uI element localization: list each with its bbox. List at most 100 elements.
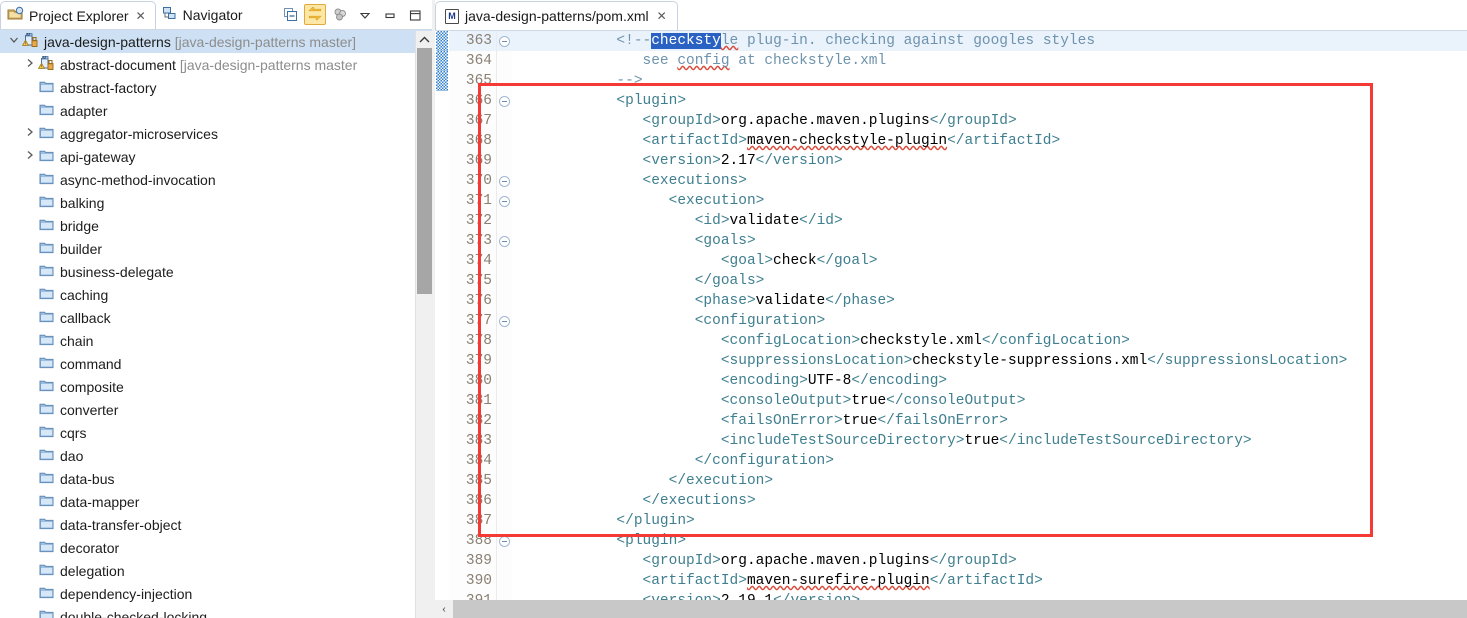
fold-toggle-icon[interactable] <box>497 231 512 251</box>
folding-ruler[interactable] <box>497 31 512 618</box>
line-number: 367 <box>465 113 492 129</box>
tree-item-abstract-document[interactable]: M! abstract-document [java-design-pattern… <box>0 53 432 76</box>
tree-item-api-gateway[interactable]: api-gateway <box>0 145 432 168</box>
fold-toggle-icon[interactable] <box>497 171 512 191</box>
code-line[interactable]: --> <box>512 71 1467 91</box>
link-with-editor-icon[interactable] <box>304 4 326 26</box>
fold-toggle-icon[interactable] <box>497 531 512 551</box>
scroll-left-icon[interactable]: ‹ <box>435 600 453 618</box>
project-tree-scrollbar[interactable] <box>415 31 432 618</box>
fold-toggle-icon[interactable] <box>497 191 512 211</box>
code-line[interactable]: <id>validate</id> <box>512 211 1467 231</box>
line-number: 363 <box>449 31 496 51</box>
source-text[interactable]: <!--checkstyle plug-in. checking against… <box>512 31 1467 618</box>
tree-item-converter[interactable]: converter <box>0 398 432 421</box>
code-line[interactable]: <executions> <box>512 171 1467 191</box>
close-icon[interactable]: ✕ <box>136 9 146 23</box>
tree-item-data-transfer-object[interactable]: data-transfer-object <box>0 513 432 536</box>
tree-item-double-checked-locking[interactable]: double-checked-locking <box>0 605 432 618</box>
chevron-right-icon[interactable] <box>22 150 38 163</box>
annotation-ruler[interactable] <box>435 31 449 618</box>
tree-item-caching[interactable]: caching <box>0 283 432 306</box>
view-filters-icon[interactable] <box>329 4 351 25</box>
xml-tag: </executions> <box>512 493 756 509</box>
project-tree[interactable]: M! java-design-patterns [java-design-patt… <box>0 30 432 618</box>
tree-item-callback[interactable]: callback <box>0 306 432 329</box>
tree-item-aggregator-microservices[interactable]: aggregator-microservices <box>0 122 432 145</box>
tree-item-builder[interactable]: builder <box>0 237 432 260</box>
chevron-right-icon[interactable] <box>22 127 38 140</box>
code-line[interactable]: <goal>check</goal> <box>512 251 1467 271</box>
tree-item-bridge[interactable]: bridge <box>0 214 432 237</box>
chevron-right-icon[interactable] <box>22 58 38 71</box>
code-line[interactable]: <suppressionsLocation>checkstyle-suppres… <box>512 351 1467 371</box>
code-line[interactable]: <version>2.17</version> <box>512 151 1467 171</box>
maximize-icon[interactable] <box>404 4 426 25</box>
annotation-mark[interactable] <box>436 31 448 51</box>
code-line[interactable]: <execution> <box>512 191 1467 211</box>
tree-item-dao[interactable]: dao <box>0 444 432 467</box>
code-line[interactable]: <encoding>UTF-8</encoding> <box>512 371 1467 391</box>
code-area[interactable]: 363 364 365 366 367 368 369 370 371 372 373 374 375 3… <box>435 31 1467 618</box>
minimize-icon[interactable] <box>379 4 401 25</box>
code-line[interactable]: </goals> <box>512 271 1467 291</box>
code-line[interactable]: </plugin> <box>512 511 1467 531</box>
code-line[interactable]: see config at checkstyle.xml <box>512 51 1467 71</box>
fold-toggle-icon[interactable] <box>497 311 512 331</box>
xml-comment: plug-in. checking against googles styles <box>738 33 1096 49</box>
scroll-up-icon[interactable] <box>416 31 432 48</box>
line-number: 390 <box>465 573 492 589</box>
scrollbar-thumb[interactable] <box>417 48 432 294</box>
chevron-down-icon[interactable] <box>6 35 22 48</box>
tree-item-adapter[interactable]: adapter <box>0 99 432 122</box>
tree-item-balking[interactable]: balking <box>0 191 432 214</box>
tree-item-abstract-factory[interactable]: abstract-factory <box>0 76 432 99</box>
code-line[interactable]: <!--checkstyle plug-in. checking against… <box>512 31 1467 51</box>
code-line[interactable]: <groupId>org.apache.maven.plugins</group… <box>512 111 1467 131</box>
editor-horizontal-scrollbar[interactable]: ‹ <box>435 600 1467 618</box>
code-line[interactable]: </configuration> <box>512 451 1467 471</box>
tree-item-data-bus[interactable]: data-bus <box>0 467 432 490</box>
xml-tag: </artifactId> <box>929 573 1043 589</box>
line-number: 389 <box>465 553 492 569</box>
tab-project-explorer[interactable]: Project Explorer ✕ <box>0 1 156 30</box>
code-line[interactable]: <configLocation>checkstyle.xml</configLo… <box>512 331 1467 351</box>
code-line[interactable]: </executions> <box>512 491 1467 511</box>
xml-text: org.apache.maven.plugins <box>720 113 930 129</box>
annotation-mark[interactable] <box>436 51 448 71</box>
collapse-all-icon[interactable] <box>279 4 301 25</box>
code-line[interactable]: <failsOnError>true</failsOnError> <box>512 411 1467 431</box>
tree-item-data-mapper[interactable]: data-mapper <box>0 490 432 513</box>
tree-item-business-delegate[interactable]: business-delegate <box>0 260 432 283</box>
code-line[interactable]: <configuration> <box>512 311 1467 331</box>
tree-item-cqrs[interactable]: cqrs <box>0 421 432 444</box>
code-line[interactable]: <goals> <box>512 231 1467 251</box>
code-line[interactable]: <artifactId>maven-checkstyle-plugin</art… <box>512 131 1467 151</box>
code-line[interactable]: </execution> <box>512 471 1467 491</box>
code-line[interactable]: <includeTestSourceDirectory>true</includ… <box>512 431 1467 451</box>
tree-item-chain[interactable]: chain <box>0 329 432 352</box>
code-line[interactable]: <plugin> <box>512 91 1467 111</box>
code-line[interactable]: <phase>validate</phase> <box>512 291 1467 311</box>
tree-item-java-design-patterns[interactable]: M! java-design-patterns [java-design-patt… <box>0 30 432 54</box>
tab-navigator[interactable]: Navigator <box>156 0 252 29</box>
tree-item-delegation[interactable]: delegation <box>0 559 432 582</box>
view-menu-chevron-down-icon[interactable] <box>354 4 376 25</box>
code-line[interactable]: <plugin> <box>512 531 1467 551</box>
svg-text:M: M <box>43 56 47 61</box>
tree-item-composite[interactable]: composite <box>0 375 432 398</box>
scrollbar-thumb-horizontal[interactable] <box>453 600 1467 618</box>
tree-item-command[interactable]: command <box>0 352 432 375</box>
tree-item-decorator[interactable]: decorator <box>0 536 432 559</box>
annotation-mark[interactable] <box>436 71 448 91</box>
code-line[interactable]: <artifactId>maven-surefire-plugin</artif… <box>512 571 1467 591</box>
close-icon[interactable]: ✕ <box>657 9 667 23</box>
code-line[interactable]: <groupId>org.apache.maven.plugins</group… <box>512 551 1467 571</box>
code-line[interactable]: <consoleOutput>true</consoleOutput> <box>512 391 1467 411</box>
fold-toggle-icon[interactable] <box>497 31 512 51</box>
editor-tab-pom-xml[interactable]: M java-design-patterns/pom.xml ✕ <box>435 1 678 30</box>
fold-toggle-icon[interactable] <box>497 91 512 111</box>
tree-item-dependency-injection[interactable]: dependency-injection <box>0 582 432 605</box>
tree-item-async-method-invocation[interactable]: async-method-invocation <box>0 168 432 191</box>
